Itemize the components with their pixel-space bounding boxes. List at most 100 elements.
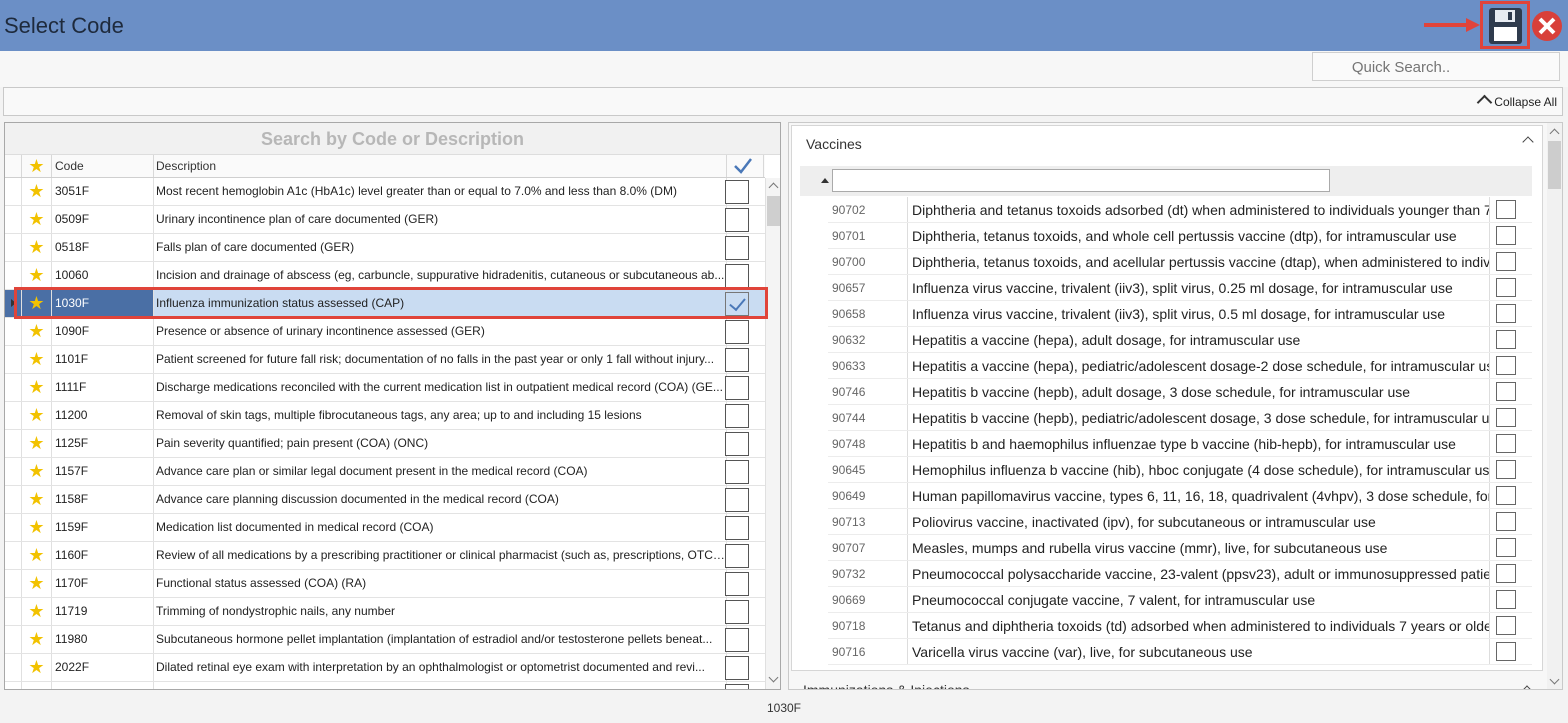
select-checkbox[interactable]	[725, 180, 749, 204]
table-row[interactable]: ★ 1158F Advance care planning discussion d…	[5, 486, 765, 514]
close-button[interactable]	[1531, 10, 1563, 42]
scroll-down-icon[interactable]	[1549, 674, 1560, 685]
select-checkbox[interactable]	[725, 516, 749, 540]
filter-input[interactable]	[832, 169, 1330, 192]
collapse-all-button[interactable]: Collapse All	[1477, 94, 1557, 111]
vaccine-row[interactable]: 90744 Hepatitis b vaccine (hepb), pediatr…	[828, 405, 1532, 431]
vaccine-row[interactable]: 90748 Hepatitis b and haemophilus influen…	[828, 431, 1532, 457]
table-row[interactable]: ★ 1111F Discharge medications reconciled w…	[5, 374, 765, 402]
vaccine-row[interactable]: 90713 Poliovirus vaccine, inactivated (ip…	[828, 509, 1532, 535]
favorite-star-icon[interactable]	[22, 682, 52, 689]
vaccine-row[interactable]: 90746 Hepatitis b vaccine (hepb), adult d…	[828, 379, 1532, 405]
table-row[interactable]: ★ 2022F Dilated retinal eye exam with inte…	[5, 654, 765, 682]
table-row[interactable]: ★ 11719 Trimming of nondystrophic nails, a…	[5, 598, 765, 626]
favorite-star-icon[interactable]: ★	[22, 234, 52, 261]
checkmark-column-header[interactable]	[723, 155, 764, 177]
vaccine-checkbox[interactable]	[1496, 226, 1516, 245]
vaccine-checkbox[interactable]	[1496, 564, 1516, 583]
select-checkbox[interactable]	[725, 264, 749, 288]
vaccine-checkbox[interactable]	[1496, 278, 1516, 297]
vaccine-checkbox[interactable]	[1496, 538, 1516, 557]
star-column-header-icon[interactable]: ★	[22, 155, 52, 177]
vaccine-checkbox[interactable]	[1496, 460, 1516, 479]
vaccine-row[interactable]: 90657 Influenza virus vaccine, trivalent …	[828, 275, 1532, 301]
vaccine-checkbox[interactable]	[1496, 382, 1516, 401]
favorite-star-icon[interactable]: ★	[22, 654, 52, 681]
vaccine-checkbox[interactable]	[1496, 616, 1516, 635]
favorite-star-icon[interactable]: ★	[22, 290, 52, 317]
vaccine-checkbox[interactable]	[1496, 512, 1516, 531]
table-row[interactable]: ★ 1160F Review of all medications by a pre…	[5, 542, 765, 570]
table-row[interactable]: ★ 3051F Most recent hemoglobin A1c (HbA1c)…	[5, 178, 765, 206]
select-checkbox[interactable]	[725, 656, 749, 680]
select-checkbox[interactable]	[725, 404, 749, 428]
favorite-star-icon[interactable]: ★	[22, 374, 52, 401]
select-checkbox[interactable]	[725, 348, 749, 372]
favorite-star-icon[interactable]: ★	[22, 178, 52, 205]
favorite-star-icon[interactable]: ★	[22, 514, 52, 541]
table-row[interactable]: ★ 1125F Pain severity quantified; pain pre…	[5, 430, 765, 458]
favorite-star-icon[interactable]: ★	[22, 346, 52, 373]
vaccine-row[interactable]: 90718 Tetanus and diphtheria toxoids (td)…	[828, 613, 1532, 639]
select-checkbox[interactable]	[725, 572, 749, 596]
favorite-star-icon[interactable]: ★	[22, 570, 52, 597]
vaccine-row[interactable]: 90645 Hemophilus influenza b vaccine (hib…	[828, 457, 1532, 483]
code-column-header[interactable]: Code	[52, 155, 154, 177]
select-checkbox[interactable]	[725, 236, 749, 260]
table-row[interactable]: ★ 11980 Subcutaneous hormone pellet implan…	[5, 626, 765, 654]
select-checkbox[interactable]	[725, 628, 749, 652]
select-checkbox[interactable]	[725, 684, 749, 689]
vaccine-checkbox[interactable]	[1496, 330, 1516, 349]
vaccines-group-title[interactable]: Vaccines	[806, 136, 862, 152]
vaccine-row[interactable]: 90701 Diphtheria, tetanus toxoids, and wh…	[828, 223, 1532, 249]
table-row[interactable]: ★ 0518F Falls plan of care documented (GER…	[5, 234, 765, 262]
table-row[interactable]: ★ 11200 Removal of skin tags, multiple fib…	[5, 402, 765, 430]
select-checkbox[interactable]	[725, 432, 749, 456]
select-checkbox[interactable]	[725, 292, 749, 316]
table-row[interactable]: ★ 1159F Medication list documented in medi…	[5, 514, 765, 542]
table-row[interactable]: ★ 1090F Presence or absence of urinary inc…	[5, 318, 765, 346]
select-checkbox[interactable]	[725, 460, 749, 484]
vaccine-row[interactable]: 90702 Diphtheria and tetanus toxoids adso…	[828, 197, 1532, 223]
vaccine-row[interactable]: 90732 Pneumococcal polysaccharide vaccine…	[828, 561, 1532, 587]
vaccine-checkbox[interactable]	[1496, 642, 1516, 661]
table-row[interactable]: ★ 1030F Influenza immunization status asse…	[5, 290, 765, 318]
favorite-star-icon[interactable]: ★	[22, 318, 52, 345]
select-checkbox[interactable]	[725, 544, 749, 568]
favorite-star-icon[interactable]: ★	[22, 458, 52, 485]
select-checkbox[interactable]	[725, 320, 749, 344]
vaccine-row[interactable]: 90707 Measles, mumps and rubella virus va…	[828, 535, 1532, 561]
table-row[interactable]	[5, 682, 765, 689]
select-checkbox[interactable]	[725, 600, 749, 624]
scroll-thumb[interactable]	[1548, 141, 1561, 189]
scroll-thumb[interactable]	[767, 196, 780, 226]
table-row[interactable]: ★ 1157F Advance care plan or similar legal…	[5, 458, 765, 486]
scroll-up-icon[interactable]	[1549, 128, 1560, 139]
vaccine-row[interactable]: 90716 Varicella virus vaccine (var), live…	[828, 639, 1532, 665]
grid-scrollbar[interactable]	[765, 178, 780, 689]
favorite-star-icon[interactable]: ★	[22, 486, 52, 513]
vaccine-row[interactable]: 90633 Hepatitis a vaccine (hepa), pediatr…	[828, 353, 1532, 379]
vaccine-checkbox[interactable]	[1496, 200, 1516, 219]
scroll-down-icon[interactable]	[768, 672, 779, 683]
vaccine-checkbox[interactable]	[1496, 486, 1516, 505]
table-row[interactable]: ★ 0509F Urinary incontinence plan of care …	[5, 206, 765, 234]
favorite-star-icon[interactable]: ★	[22, 430, 52, 457]
quick-search-input[interactable]	[1313, 58, 1489, 77]
favorite-star-icon[interactable]: ★	[22, 542, 52, 569]
chevron-up-icon[interactable]	[1521, 685, 1533, 689]
favorite-star-icon[interactable]: ★	[22, 206, 52, 233]
vaccine-checkbox[interactable]	[1496, 304, 1516, 323]
next-group-title[interactable]: Immunizations & Injections	[803, 682, 970, 689]
vaccine-checkbox[interactable]	[1496, 356, 1516, 375]
vaccine-row[interactable]: 90658 Influenza virus vaccine, trivalent …	[828, 301, 1532, 327]
vaccine-checkbox[interactable]	[1496, 408, 1516, 427]
scroll-up-icon[interactable]	[768, 182, 779, 193]
chevron-up-icon[interactable]	[1522, 136, 1534, 148]
search-header[interactable]: Search by Code or Description	[5, 123, 780, 155]
favorite-star-icon[interactable]: ★	[22, 626, 52, 653]
table-row[interactable]: ★ 1101F Patient screened for future fall r…	[5, 346, 765, 374]
vaccine-checkbox[interactable]	[1496, 434, 1516, 453]
favorite-star-icon[interactable]: ★	[22, 402, 52, 429]
select-checkbox[interactable]	[725, 376, 749, 400]
